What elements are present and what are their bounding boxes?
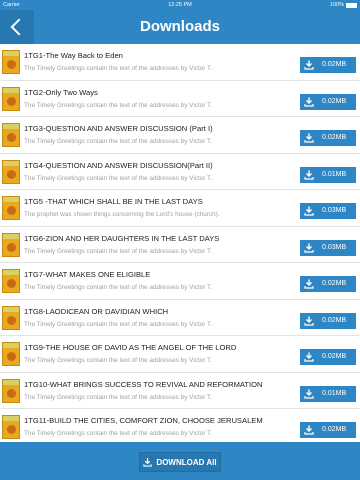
download-button[interactable]: 0.02MB	[300, 312, 356, 329]
book-cover-thumbnail	[2, 378, 20, 403]
download-button[interactable]: 0.02MB	[300, 422, 356, 438]
file-size-label: 0.02MB	[322, 61, 347, 68]
list-item[interactable]: 1TG11-BUILD THE CITIES, COMFORT ZION, CH…	[0, 409, 360, 442]
item-title: 1TG2-Only Two Ways	[24, 87, 98, 97]
item-subtitle: The prophet was shown things concerning …	[24, 211, 220, 218]
download-button[interactable]: 0.03MB	[300, 203, 356, 219]
list-item[interactable]: 1TG4-QUESTION AND ANSWER DISCUSSION(Part…	[0, 154, 360, 190]
item-title: 1TG11-BUILD THE CITIES, COMFORT ZION, CH…	[24, 416, 263, 425]
list-item[interactable]: 1TG1-The Way Back to Eden The Timely Gre…	[0, 44, 360, 81]
battery-indicator: 100%	[330, 0, 357, 10]
book-cover-thumbnail	[2, 269, 20, 293]
footer-bar: DOWNLOAD All	[0, 442, 360, 480]
list-item[interactable]: 1TG2-Only Two Ways The Timely Greetings …	[0, 81, 360, 117]
download-icon	[304, 97, 314, 107]
list-item[interactable]: 1TG8-LAODICEAN OR DAVIDIAN WHICH The Tim…	[0, 300, 360, 336]
file-size-label: 0.02MB	[322, 97, 347, 105]
item-title: 1TG1-The Way Back to Eden	[24, 51, 123, 60]
book-cover-thumbnail	[2, 123, 20, 147]
list-item[interactable]: 1TG10-WHAT BRINGS SUCCESS TO REVIVAL AND…	[0, 373, 360, 409]
navigation-bar: Downloads	[0, 10, 360, 44]
download-button[interactable]: 0.02MB	[300, 130, 356, 146]
item-subtitle: The Timely Greetings contain the text of…	[24, 320, 213, 328]
status-bar: Carrier 12:25 PM 100%	[0, 0, 360, 10]
download-icon	[304, 352, 314, 362]
book-cover-thumbnail	[2, 86, 20, 111]
item-subtitle: The Timely Greetings contain the text of…	[24, 430, 213, 437]
item-subtitle: The Timely Greetings contain the text of…	[24, 357, 213, 364]
download-icon	[304, 243, 314, 253]
file-size-label: 0.02MB	[322, 280, 347, 287]
download-button[interactable]: 0.02MB	[300, 349, 356, 365]
download-icon	[304, 206, 314, 216]
download-button[interactable]: 0.02MB	[300, 276, 356, 292]
item-subtitle: The Timely Greetings contain the text of…	[24, 393, 213, 401]
download-icon	[304, 316, 314, 326]
download-button[interactable]: 0.01MB	[300, 166, 356, 183]
item-subtitle: The Timely Greetings contain the text of…	[24, 101, 213, 109]
book-cover-thumbnail	[2, 415, 20, 439]
download-button[interactable]: 0.02MB	[300, 57, 356, 73]
item-title: 1TG6-ZION AND HER DAUGHTERS IN THE LAST …	[24, 233, 220, 243]
back-button[interactable]	[0, 10, 34, 44]
item-subtitle: The Timely Greetings contain the text of…	[24, 65, 213, 72]
download-button[interactable]: 0.01MB	[300, 385, 356, 402]
download-icon	[304, 170, 314, 180]
list-item[interactable]: 1TG6-ZION AND HER DAUGHTERS IN THE LAST …	[0, 227, 360, 263]
book-cover-thumbnail	[2, 232, 20, 257]
file-size-label: 0.01MB	[322, 170, 347, 178]
item-title: 1TG10-WHAT BRINGS SUCCESS TO REVIVAL AND…	[24, 379, 263, 389]
download-button[interactable]: 0.03MB	[300, 239, 356, 256]
item-title: 1TG7-WHAT MAKES ONE ELIGIBLE	[24, 270, 151, 279]
list-item[interactable]: 1TG7-WHAT MAKES ONE ELIGIBLE The Timely …	[0, 263, 360, 300]
book-cover-thumbnail	[2, 305, 20, 330]
item-title: 1TG3-QUESTION AND ANSWER DISCUSSION (Par…	[24, 124, 213, 133]
battery-percent: 100%	[329, 2, 344, 8]
book-cover-thumbnail	[2, 159, 20, 184]
file-size-label: 0.02MB	[322, 426, 347, 433]
item-title: 1TG9-THE HOUSE OF DAVID AS THE ANGEL OF …	[24, 343, 237, 352]
list-item[interactable]: 1TG5 -THAT WHICH SHALL BE IN THE LAST DA…	[0, 190, 360, 227]
download-icon	[143, 457, 153, 467]
file-size-label: 0.02MB	[322, 353, 347, 360]
item-title: 1TG5 -THAT WHICH SHALL BE IN THE LAST DA…	[24, 197, 203, 206]
file-size-label: 0.03MB	[322, 243, 347, 251]
book-cover-thumbnail	[2, 196, 20, 220]
download-icon	[304, 133, 314, 143]
item-subtitle: The Timely Greetings contain the text of…	[24, 284, 213, 291]
file-size-label: 0.01MB	[322, 389, 347, 397]
book-cover-thumbnail	[2, 50, 20, 74]
download-all-label: DOWNLOAD All	[156, 457, 217, 467]
download-icon	[304, 389, 314, 399]
download-all-button[interactable]: DOWNLOAD All	[139, 452, 221, 472]
item-subtitle: The Timely Greetings contain the text of…	[24, 174, 213, 182]
chevron-left-icon	[10, 18, 28, 36]
downloads-list[interactable]: 1TG1-The Way Back to Eden The Timely Gre…	[0, 44, 360, 442]
download-icon	[304, 60, 314, 70]
item-subtitle: The Timely Greetings contain the text of…	[24, 247, 213, 255]
file-size-label: 0.03MB	[322, 207, 347, 214]
battery-icon	[346, 2, 357, 8]
list-item[interactable]: 1TG3-QUESTION AND ANSWER DISCUSSION (Par…	[0, 117, 360, 154]
item-subtitle: The Timely Greetings contain the text of…	[24, 138, 213, 145]
book-cover-thumbnail	[2, 342, 20, 366]
clock-label: 12:25 PM	[168, 2, 192, 8]
download-button[interactable]: 0.02MB	[300, 93, 356, 110]
page-title: Downloads	[139, 18, 220, 35]
file-size-label: 0.02MB	[322, 316, 347, 324]
list-item[interactable]: 1TG9-THE HOUSE OF DAVID AS THE ANGEL OF …	[0, 336, 360, 373]
download-icon	[304, 279, 314, 289]
item-title: 1TG4-QUESTION AND ANSWER DISCUSSION(Part…	[24, 160, 213, 170]
item-title: 1TG8-LAODICEAN OR DAVIDIAN WHICH	[24, 306, 169, 316]
download-icon	[304, 425, 314, 435]
file-size-label: 0.02MB	[322, 134, 347, 141]
